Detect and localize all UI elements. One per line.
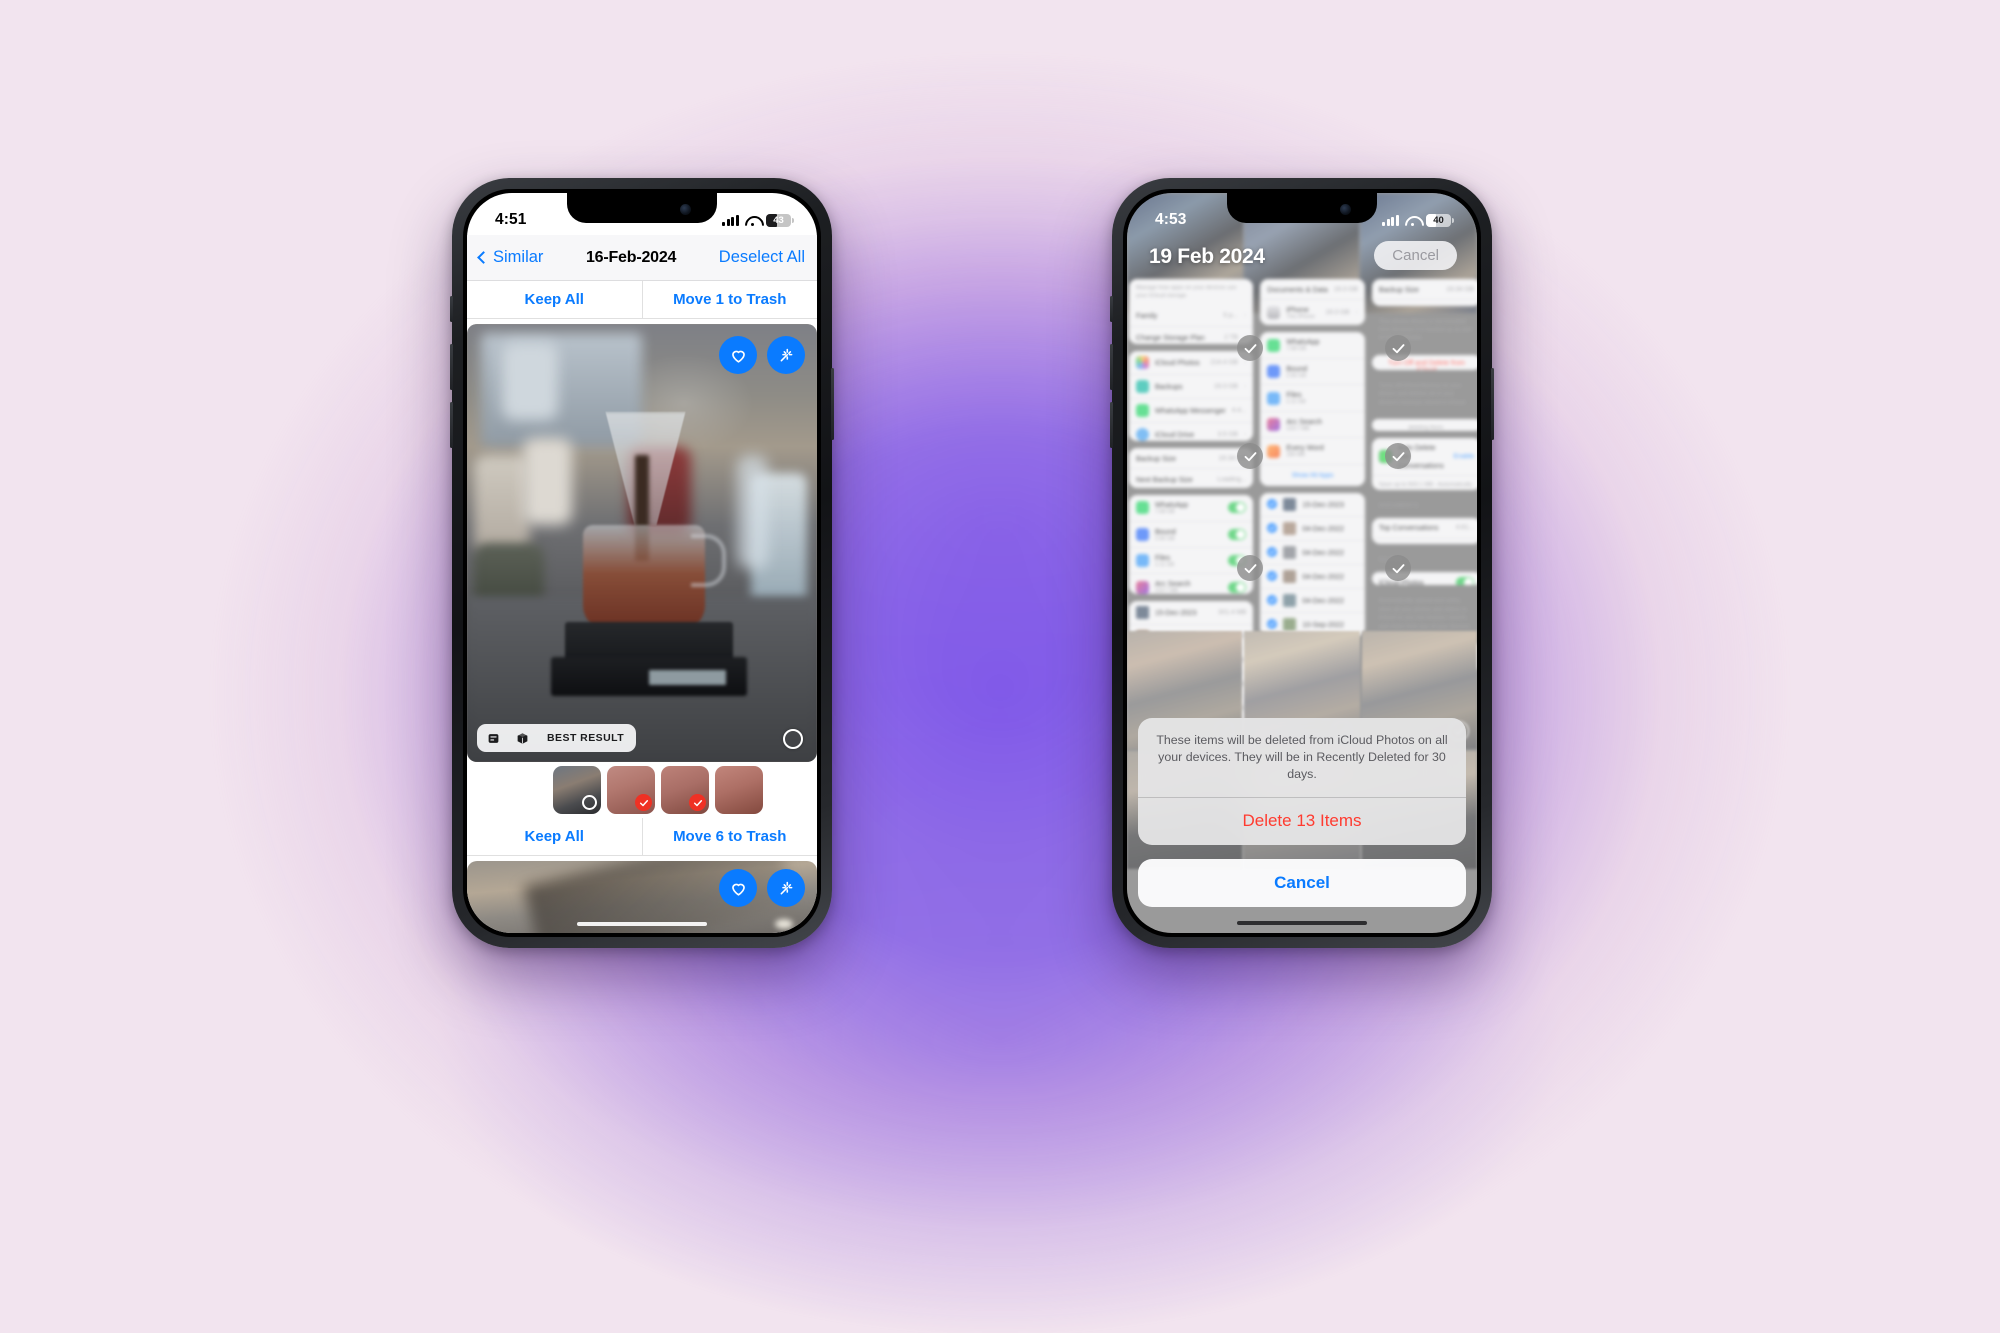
power-button[interactable]: [1491, 368, 1494, 440]
magic-wand-icon[interactable]: [767, 869, 805, 907]
volume-up-button[interactable]: [1110, 344, 1113, 390]
bottom-action-row: Keep All Move 6 to Trash: [467, 818, 817, 856]
back-button[interactable]: Similar: [477, 248, 544, 267]
page-title: 19 Feb 2024: [1149, 245, 1265, 268]
hero-photo-card[interactable]: BEST RESULT: [467, 324, 817, 762]
navigation-bar: Similar 16-Feb-2024 Deselect All: [467, 235, 817, 281]
front-camera-icon: [1340, 204, 1351, 215]
volume-up-button[interactable]: [450, 344, 453, 390]
keep-all-button-top[interactable]: Keep All: [467, 281, 642, 318]
hero-photo-image: [467, 324, 817, 762]
hero-photo-actions: [719, 336, 805, 374]
best-result-badge[interactable]: BEST RESULT: [477, 724, 637, 752]
phone-right-device: Manage how apps on your devices use your…: [1110, 178, 1494, 948]
home-indicator[interactable]: [577, 921, 707, 926]
notch: [1227, 193, 1377, 223]
back-button-label: Similar: [493, 248, 544, 266]
phone-left-bezel: 4:51 43 Similar 16-Feb-2024 Deselect All…: [463, 189, 821, 937]
best-result-label: BEST RESULT: [547, 732, 625, 744]
keep-all-button-bottom[interactable]: Keep All: [467, 818, 642, 855]
next-photo-card[interactable]: [467, 861, 817, 933]
thumb-4[interactable]: [715, 766, 763, 814]
red-check-icon[interactable]: [689, 794, 706, 811]
cube-icon[interactable]: [509, 727, 536, 749]
heart-icon[interactable]: [719, 869, 757, 907]
background-glow: [0, 0, 2000, 1333]
top-action-row: Keep All Move 1 to Trash: [467, 281, 817, 319]
next-photo-actions: [719, 869, 805, 907]
thumb-2[interactable]: [607, 766, 655, 814]
thumb-3[interactable]: [661, 766, 709, 814]
heart-icon[interactable]: [719, 336, 757, 374]
cellular-signal-icon: [722, 214, 739, 226]
volume-down-button[interactable]: [450, 402, 453, 448]
selection-ring-icon[interactable]: [582, 795, 597, 810]
wifi-icon: [745, 215, 760, 226]
mute-switch[interactable]: [1110, 296, 1113, 322]
cancel-button-ghost[interactable]: Cancel: [1374, 241, 1457, 270]
battery-level: 43: [773, 214, 784, 226]
burst-stack-icon[interactable]: [480, 727, 507, 749]
cancel-button[interactable]: Cancel: [1138, 859, 1466, 907]
delete-action-sheet: These items will be deleted from iCloud …: [1138, 718, 1466, 845]
chevron-left-icon: [477, 251, 490, 264]
phone-right-screen: Manage how apps on your devices use your…: [1127, 193, 1477, 933]
move-to-trash-button-bottom[interactable]: Move 6 to Trash: [641, 818, 818, 855]
home-indicator[interactable]: [1237, 920, 1367, 925]
action-sheet-message: These items will be deleted from iCloud …: [1156, 733, 1448, 782]
power-button[interactable]: [831, 368, 834, 440]
page-title: 16-Feb-2024: [585, 248, 677, 266]
phone-left-screen: 4:51 43 Similar 16-Feb-2024 Deselect All…: [467, 193, 817, 933]
thumbnail-strip[interactable]: [467, 762, 817, 818]
selection-ring-icon[interactable]: [783, 729, 803, 749]
thumb-1[interactable]: [553, 766, 601, 814]
volume-down-button[interactable]: [1110, 402, 1113, 448]
deselect-all-button[interactable]: Deselect All: [719, 248, 805, 267]
status-time: 4:51: [495, 211, 527, 228]
move-to-trash-button-top[interactable]: Move 1 to Trash: [641, 281, 818, 318]
front-camera-icon: [680, 204, 691, 215]
phone-right-bezel: Manage how apps on your devices use your…: [1123, 189, 1481, 937]
mute-switch[interactable]: [450, 296, 453, 322]
battery-icon: 43: [766, 213, 794, 227]
magic-wand-icon[interactable]: [767, 336, 805, 374]
phone-left-device: 4:51 43 Similar 16-Feb-2024 Deselect All…: [450, 178, 834, 948]
delete-items-button[interactable]: Delete 13 Items: [1138, 797, 1466, 845]
red-check-icon[interactable]: [635, 794, 652, 811]
notch: [567, 193, 717, 223]
